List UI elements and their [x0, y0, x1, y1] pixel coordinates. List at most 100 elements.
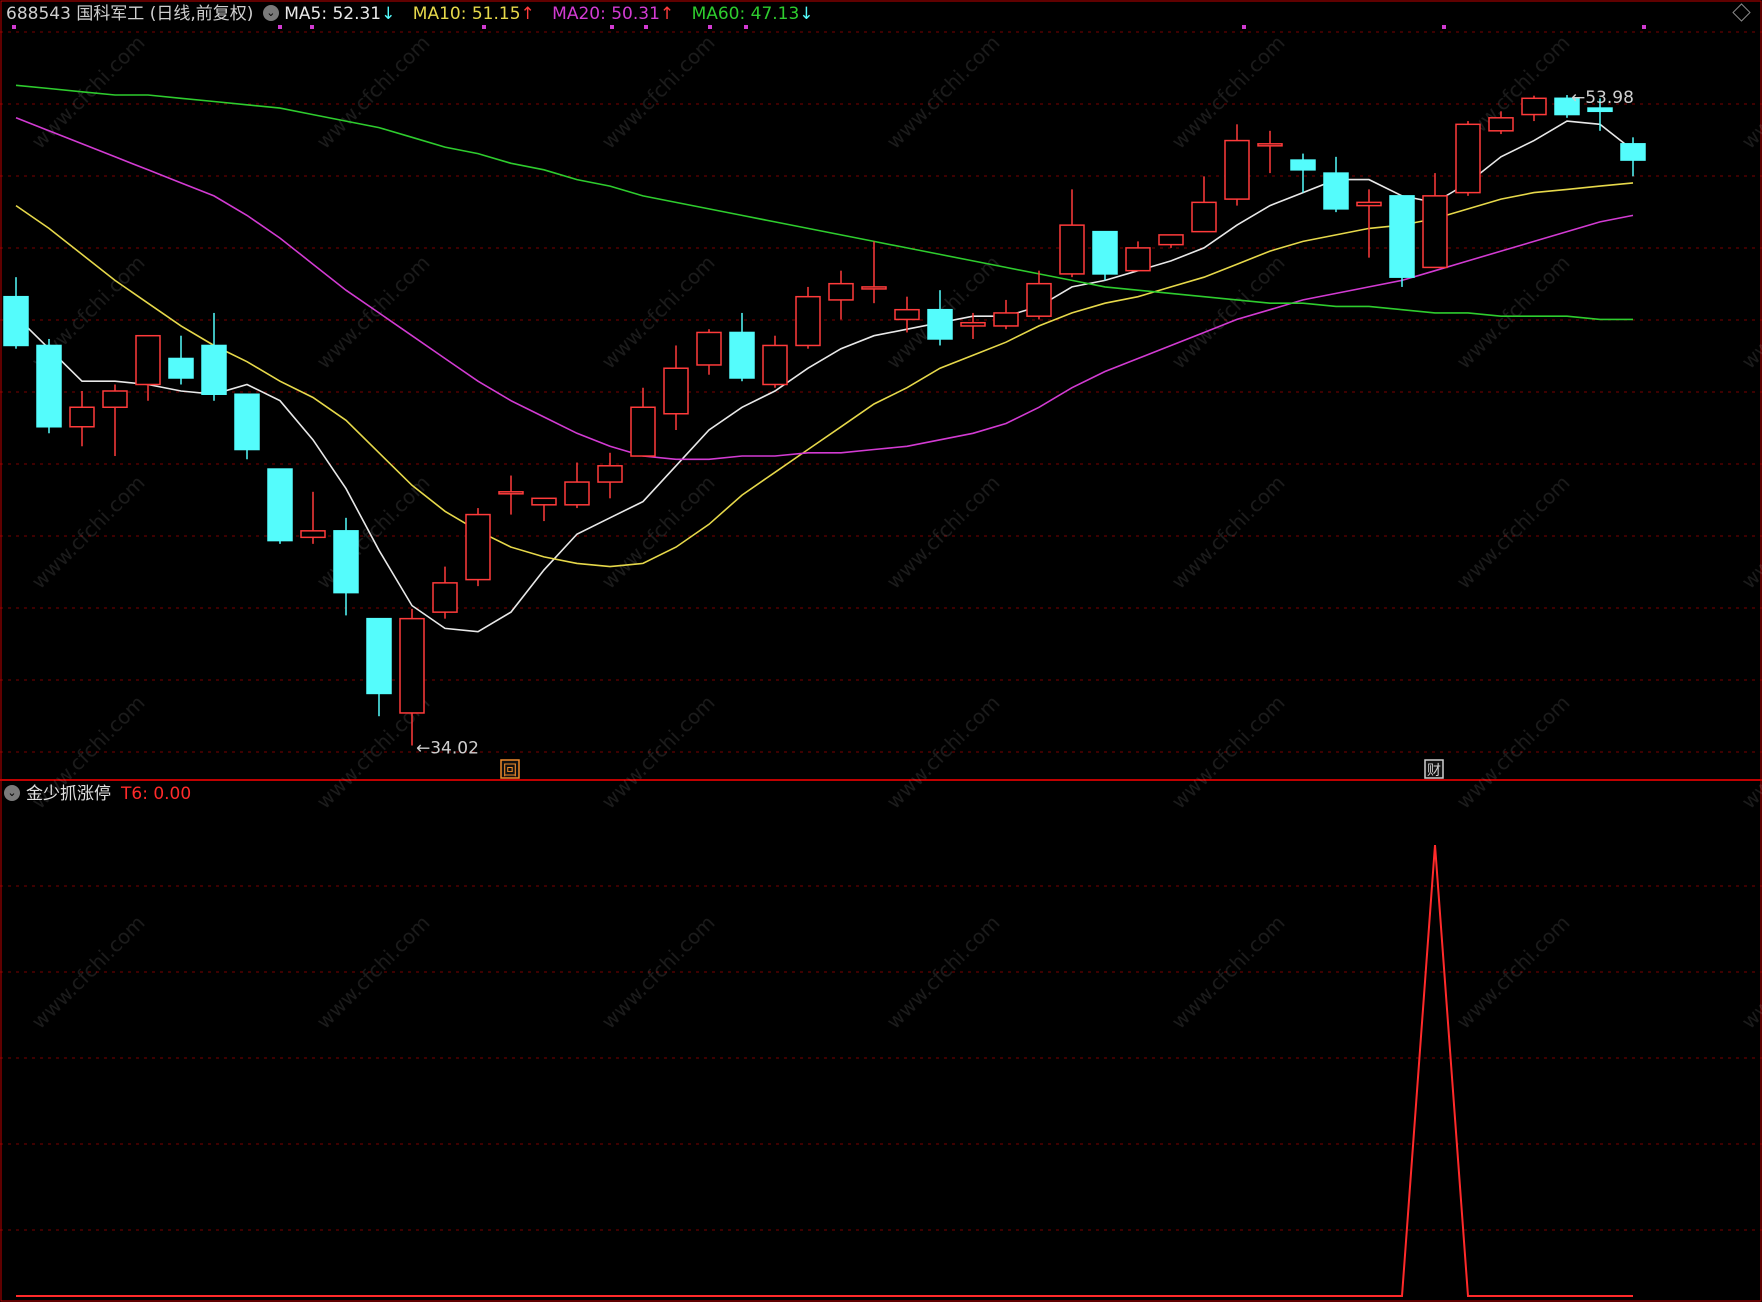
candle [498, 475, 524, 515]
candle [3, 277, 29, 349]
candle-body-down [729, 331, 755, 379]
candle-body-up [828, 282, 854, 301]
candle [1290, 153, 1316, 193]
ma60-arrow-icon: ↓ [799, 4, 814, 24]
ma10-label: MA10: 51.15 [412, 4, 521, 24]
ma5-label: MA5: 52.31 [284, 4, 382, 24]
watermark-text: www.cfchi.com [882, 31, 1005, 154]
candle [234, 393, 260, 460]
candle-body-up [663, 367, 689, 415]
settings-toggle-icon[interactable]: ⌄ [262, 5, 279, 21]
candle [201, 312, 227, 401]
period-label: (日线,前复权) [149, 4, 254, 24]
candle [861, 241, 887, 304]
candle [729, 312, 755, 382]
ma5-arrow-icon: ↓ [381, 4, 396, 24]
watermark-text: www.cfchi.com [1452, 691, 1575, 814]
candle [267, 468, 293, 544]
candle-body-up [1521, 97, 1547, 116]
candle [1059, 189, 1085, 278]
candle-body-up [630, 406, 656, 457]
candle [465, 508, 491, 587]
event-marker [1642, 25, 1646, 29]
candle-body-up [531, 497, 557, 506]
watermark-text: www.cfchi.com [1167, 251, 1290, 374]
ma20-arrow-icon: ↑ [659, 4, 675, 24]
candle-body-up [993, 312, 1019, 327]
event-badge-label: 财 [1427, 763, 1441, 779]
watermark-text: www.cfchi.com [1452, 251, 1575, 374]
indicator-header: ⌄ 金少抓涨停 T6: 0.00 [4, 782, 191, 806]
ma10-arrow-icon: ↑ [520, 4, 535, 24]
candle [795, 286, 821, 349]
watermark-text: www.cfchi.com [1737, 911, 1762, 1034]
candle [366, 617, 392, 717]
candle [531, 497, 557, 522]
candle-body-up [1257, 143, 1283, 147]
candle-body-up [498, 491, 524, 495]
indicator-toggle-icon[interactable]: ⌄ [4, 785, 20, 801]
candle-body-down [366, 617, 392, 695]
candle [1323, 156, 1349, 213]
watermark-text: www.cfchi.com [312, 251, 435, 374]
candle [36, 338, 62, 434]
stock-symbol: 688543 [6, 4, 71, 24]
candle-body-down [36, 344, 62, 428]
candle-body-up [300, 530, 326, 539]
watermark-text: www.cfchi.com [1167, 31, 1290, 154]
candle [1125, 241, 1151, 272]
watermark-text: www.cfchi.com [1737, 31, 1762, 154]
candle-body-up [432, 582, 458, 613]
candle [1257, 130, 1283, 174]
candle [630, 387, 656, 457]
watermark-text: www.cfchi.com [1737, 251, 1762, 374]
stock-chart: www.cfchi.com www.cfchi.com www.cfchi.com w… [0, 0, 1762, 1302]
candle [135, 334, 161, 401]
indicator-line-t6 [16, 845, 1633, 1297]
candle-body-down [927, 308, 953, 340]
candle [696, 329, 722, 375]
candle [1455, 121, 1481, 196]
chart-header: 688543 国科军工 (日线,前复权) ⌄ MA5: 52.31↓ MA10:… [6, 2, 814, 26]
watermark-text: www.cfchi.com [1452, 471, 1575, 594]
candle [1026, 270, 1052, 320]
candle-body-up [399, 617, 425, 714]
candle-body-up [696, 331, 722, 366]
candle-body-up [1422, 195, 1448, 269]
candle-body-up [1125, 247, 1151, 272]
candle [993, 299, 1019, 330]
candle [168, 335, 194, 385]
candle [300, 491, 326, 544]
watermark-text: www.cfchi.com [312, 31, 435, 154]
watermark-text: www.cfchi.com [597, 31, 720, 154]
candle-body-up [1356, 201, 1382, 207]
chart-frame [0, 0, 1762, 1302]
candle-body-down [3, 295, 29, 347]
candle [1422, 173, 1448, 269]
watermark-text: www.cfchi.com [27, 471, 150, 594]
candle [1620, 137, 1646, 177]
candle-body-up [102, 390, 128, 409]
event-marker [1442, 25, 1446, 29]
ma60-label: MA60: 47.13 [691, 4, 800, 24]
watermark-text: www.cfchi.com [1737, 691, 1762, 814]
candle [1389, 195, 1415, 287]
candle-body-up [1059, 224, 1085, 275]
candle [1521, 95, 1547, 122]
candle-body-down [168, 357, 194, 379]
candle [597, 452, 623, 499]
candle [1191, 176, 1217, 233]
candle-body-down [1620, 143, 1646, 161]
candle [1356, 189, 1382, 258]
candle-body-up [795, 295, 821, 347]
watermark-text: www.cfchi.com [882, 471, 1005, 594]
candle [69, 390, 95, 447]
watermark-text: www.cfchi.com [1737, 471, 1762, 594]
watermark-text: www.cfchi.com [1167, 471, 1290, 594]
candle-body-up [1026, 282, 1052, 317]
candle [333, 517, 359, 616]
watermark-text: www.cfchi.com [1452, 911, 1575, 1034]
watermark-text: www.cfchi.com [597, 911, 720, 1034]
candle [1158, 234, 1184, 248]
candle-body-down [267, 468, 293, 542]
